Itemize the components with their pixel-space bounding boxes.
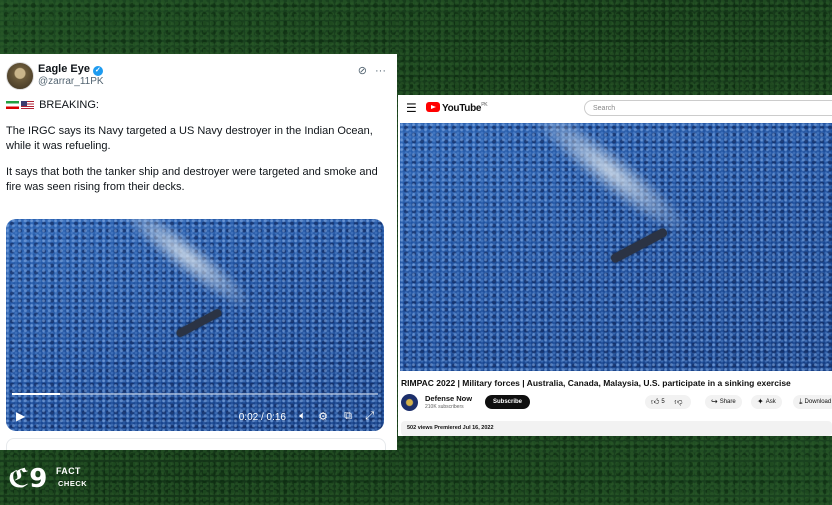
fact-check-logo: ℭ9 FACT CHECK — [8, 462, 88, 496]
author-name[interactable]: Eagle Eye ✓ — [38, 63, 103, 76]
tweet-paragraph-2: It says that both the tanker ship and de… — [6, 166, 378, 193]
youtube-play-icon — [426, 102, 440, 112]
tweet-actions: ⊘ ··· — [350, 64, 386, 77]
smoke-plume — [108, 219, 264, 322]
more-icon[interactable]: ··· — [375, 65, 386, 77]
tweet-card: Eagle Eye ✓ @zarrar_11PK ⊘ ··· BREAKING: T… — [0, 54, 397, 450]
play-icon[interactable]: ▶ — [16, 409, 25, 423]
logo-line2: CHECK — [58, 479, 88, 488]
fullscreen-icon[interactable]: ⤢ — [365, 410, 374, 423]
video-meta: 502 views Premiered Jul 16, 2022 — [407, 425, 494, 431]
volume-icon[interactable]: 🔈︎ — [299, 410, 306, 423]
channel-avatar[interactable] — [401, 394, 418, 411]
share-button[interactable]: ↪ Share — [705, 395, 742, 409]
ask-button[interactable]: ✦ Ask — [751, 395, 782, 409]
youtube-topbar: ☰ YouTubePK Search — [398, 95, 832, 121]
like-icon[interactable]: 👍︎ — [651, 397, 659, 406]
share-icon: ↪ — [711, 397, 718, 406]
ship — [175, 307, 223, 339]
download-icon: ⤓ — [799, 397, 803, 406]
settings-icon[interactable]: ⚙ — [318, 410, 328, 423]
tweet-paragraph-1: The IRGC says its Navy targeted a US Nav… — [6, 125, 373, 152]
us-flag-icon — [21, 101, 34, 109]
tweet-header-line: BREAKING: — [6, 98, 386, 113]
video-progress-bar[interactable] — [12, 393, 378, 395]
youtube-page: ☰ YouTubePK Search RIMPAC 2022 | Militar… — [398, 95, 832, 436]
sparkle-icon: ✦ — [757, 397, 764, 406]
channel-name[interactable]: Defense Now — [425, 394, 472, 403]
youtube-logo[interactable]: YouTubePK — [426, 102, 488, 114]
tweet-below-box — [6, 438, 386, 450]
logo-mark-icon: ℭ9 — [8, 464, 48, 494]
video-progress-fill — [12, 393, 60, 395]
like-dislike-group: 👍︎ 5 👎︎ — [645, 395, 691, 409]
description-box[interactable]: 502 views Premiered Jul 16, 2022 — [401, 421, 832, 436]
tweet-text: BREAKING: The IRGC says its Navy targete… — [6, 98, 386, 206]
youtube-video-player[interactable] — [400, 123, 832, 371]
tweet-video-player[interactable]: ▶ 0:02 / 0:16 🔈︎ ⚙ ⧉ ⤢ — [6, 219, 384, 431]
video-time: 0:02 / 0:16 — [238, 412, 286, 423]
smoke-plume — [518, 123, 702, 249]
channel-row: Defense Now 210K subscribers Subscribe 👍… — [401, 393, 832, 413]
menu-icon[interactable]: ☰ — [406, 101, 417, 115]
subscribe-button[interactable]: Subscribe — [485, 395, 531, 409]
dislike-icon[interactable]: 👎︎ — [674, 397, 682, 406]
download-button[interactable]: ⤓ Download — [793, 395, 832, 409]
tweet-header: Eagle Eye ✓ @zarrar_11PK ⊘ ··· — [6, 62, 386, 92]
video-title: RIMPAC 2022 | Military forces | Australi… — [401, 378, 791, 388]
ship — [609, 226, 669, 265]
author-handle[interactable]: @zarrar_11PK — [38, 76, 104, 87]
logo-line1: FACT — [56, 466, 81, 476]
grok-icon[interactable]: ⊘ — [358, 65, 367, 77]
avatar[interactable] — [6, 62, 34, 90]
like-count: 5 — [661, 399, 665, 405]
iran-flag-icon — [6, 101, 19, 109]
pip-icon[interactable]: ⧉ — [344, 410, 352, 423]
search-input[interactable]: Search — [584, 100, 832, 116]
subscriber-count: 210K subscribers — [425, 404, 464, 410]
verified-icon: ✓ — [92, 66, 103, 76]
